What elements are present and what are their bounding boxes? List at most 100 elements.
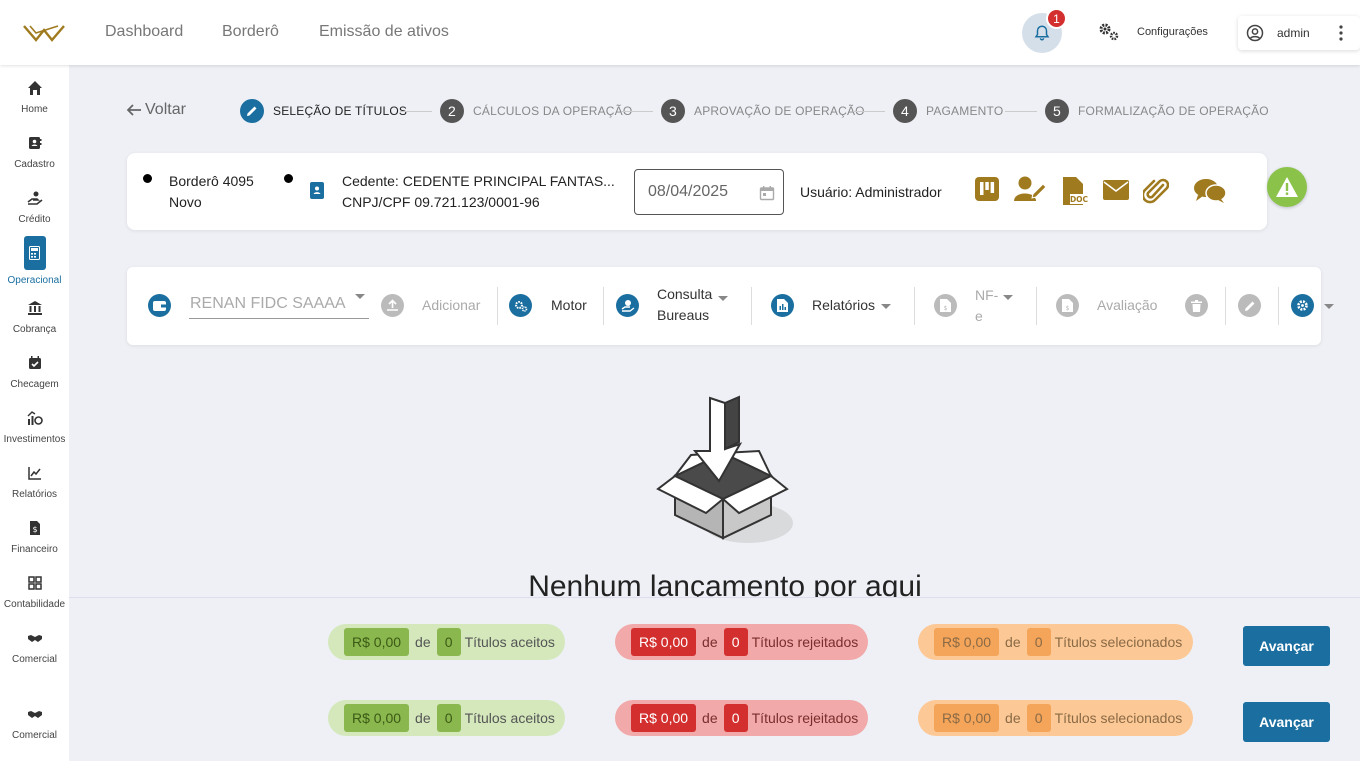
invoice-icon[interactable]: $ [934,294,957,317]
sidebar-item-comercial-duplicate[interactable]: Comercial [0,706,69,741]
calendar-icon[interactable] [759,185,775,201]
date-value: 08/04/2025 [648,183,729,200]
envelope-icon[interactable] [1103,180,1129,200]
bureaus-label: Bureaus [657,307,710,323]
evaluation-icon[interactable]: $ [1056,294,1079,317]
notification-badge: 1 [1046,8,1067,29]
contact-card-icon [28,137,41,149]
handshake-icon [27,711,42,718]
brand-logo[interactable] [22,22,66,44]
bordero-info-card: Borderô 4095 Novo Cedente: CEDENTE PRINC… [127,153,1267,230]
sidebar-item-relatorios[interactable]: Relatórios [0,465,69,500]
chat-icon[interactable] [1193,178,1227,204]
de-label: de [702,710,718,726]
config-label[interactable]: Configurações [1137,26,1208,38]
settings-gear-icon[interactable] [1291,294,1314,317]
sidebar-item-contabilidade-duplicate[interactable]: Contabilidade [0,679,69,682]
divider [751,287,752,325]
svg-text:$: $ [944,305,948,312]
step-label: PAGAMENTO [926,104,1004,118]
de-label: de [415,710,431,726]
selected-amount: R$ 0,00 [934,704,1000,732]
handshake-icon [27,635,42,642]
trash-icon[interactable] [1185,294,1208,317]
nav-dashboard[interactable]: Dashboard [105,23,183,41]
nfe-button[interactable]: NF- e [975,285,998,327]
step-formalizacao-operacao[interactable]: 5 FORMALIZAÇÃO DE OPERAÇÃO [1045,99,1269,123]
sidebar-item-cadastro[interactable]: Cadastro [0,135,69,170]
step-connector [1005,111,1037,112]
sidebar-item-cobranca[interactable]: Cobrança [0,300,69,335]
more-vertical-icon[interactable] [1339,25,1343,41]
consulta-bureaus-button[interactable]: Consulta Bureaus [657,284,712,326]
home-icon [27,81,42,95]
rejected-count: 0 [723,628,748,656]
paperclip-icon[interactable] [1143,177,1169,205]
relatorios-button[interactable]: Relatórios [812,295,875,316]
gears-icon[interactable] [509,294,532,317]
consulta-label: Consulta [657,286,713,302]
chart-line-icon [27,467,41,480]
document-dollar-icon: $ [29,521,40,535]
doc-file-icon[interactable]: DOC [1062,177,1088,205]
step-label: CÁLCULOS DA OPERAÇÃO [473,104,633,118]
sidebar-item-comercial[interactable]: Comercial [0,630,69,665]
selected-label: Títulos selecionados [1054,634,1183,650]
user-name: admin [1277,26,1310,40]
sidebar-label: Operacional [7,275,62,286]
avaliacao-button[interactable]: Avaliação [1097,295,1157,316]
fund-select[interactable]: RENAN FIDC SAAAA [189,285,369,319]
sidebar-item-operacional[interactable]: Operacional [0,236,69,286]
user-circle-icon [1246,24,1264,42]
rejected-label: Títulos rejeitados [751,710,859,726]
upload-icon[interactable] [381,294,404,317]
report-icon[interactable] [771,294,794,317]
divider [497,287,498,325]
edit-pencil-icon[interactable] [1238,294,1261,317]
sidebar-item-investimentos[interactable]: Investimentos [0,410,69,445]
sidebar-label: Comercial [11,730,57,741]
fund-value: RENAN FIDC SAAAA [190,295,346,312]
chevron-down-icon[interactable] [881,304,891,309]
step-selecao-titulos[interactable]: SELEÇÃO DE TÍTULOS [240,99,407,123]
user-info: Usuário: Administrador [800,184,942,200]
sidebar-item-financeiro[interactable]: $ Financeiro [0,520,69,555]
step-aprovacao-operacao[interactable]: 3 APROVAÇÃO DE OPERAÇÃO [661,99,865,123]
sidebar-label: Financeiro [11,544,58,555]
de-label: de [415,634,431,650]
bordero-info: Borderô 4095 Novo [169,171,254,213]
kanban-icon[interactable] [975,177,999,201]
nav-bordero[interactable]: Borderô [222,23,279,41]
chevron-down-icon[interactable] [1003,295,1013,300]
top-bar: Dashboard Borderô Emissão de ativos 1 Co… [0,0,1360,65]
advance-button[interactable]: Avançar [1243,702,1330,742]
step-pagamento[interactable]: 4 PAGAMENTO [893,99,1003,123]
bullet [143,174,152,183]
nfe-label: NF- [975,287,999,303]
step-number: 4 [893,99,917,123]
add-button[interactable]: Adicionar [422,295,480,316]
sidebar-item-contabilidade[interactable]: Contabilidade [0,575,69,610]
gears-icon[interactable] [1098,22,1120,42]
step-calculos-operacao[interactable]: 2 CÁLCULOS DA OPERAÇÃO [440,99,632,123]
nav-emissao-ativos[interactable]: Emissão de ativos [319,23,449,41]
active-indicator [23,236,46,270]
back-button[interactable]: Voltar [126,101,186,119]
sidebar-item-home[interactable]: Home [0,80,69,115]
user-edit-icon[interactable] [1014,176,1048,202]
chevron-down-icon[interactable] [1324,304,1334,309]
user-menu[interactable]: admin [1238,16,1360,50]
hand-coin-icon[interactable] [616,294,639,317]
pencil-icon [240,99,264,123]
sidebar-item-checagem[interactable]: Checagem [0,355,69,390]
chevron-down-icon[interactable] [718,296,728,301]
bell-icon [1034,25,1050,41]
date-field[interactable]: 08/04/2025 [634,169,784,215]
advance-button[interactable]: Avançar [1243,626,1330,666]
sidebar-item-credito[interactable]: Crédito [0,190,69,225]
motor-button[interactable]: Motor [551,295,587,316]
alert-button[interactable] [1267,167,1307,207]
cedente-info: Cedente: CEDENTE PRINCIPAL FANTAS... CNP… [342,171,615,213]
step-label: FORMALIZAÇÃO DE OPERAÇÃO [1078,104,1269,118]
svg-text:$: $ [32,525,37,534]
